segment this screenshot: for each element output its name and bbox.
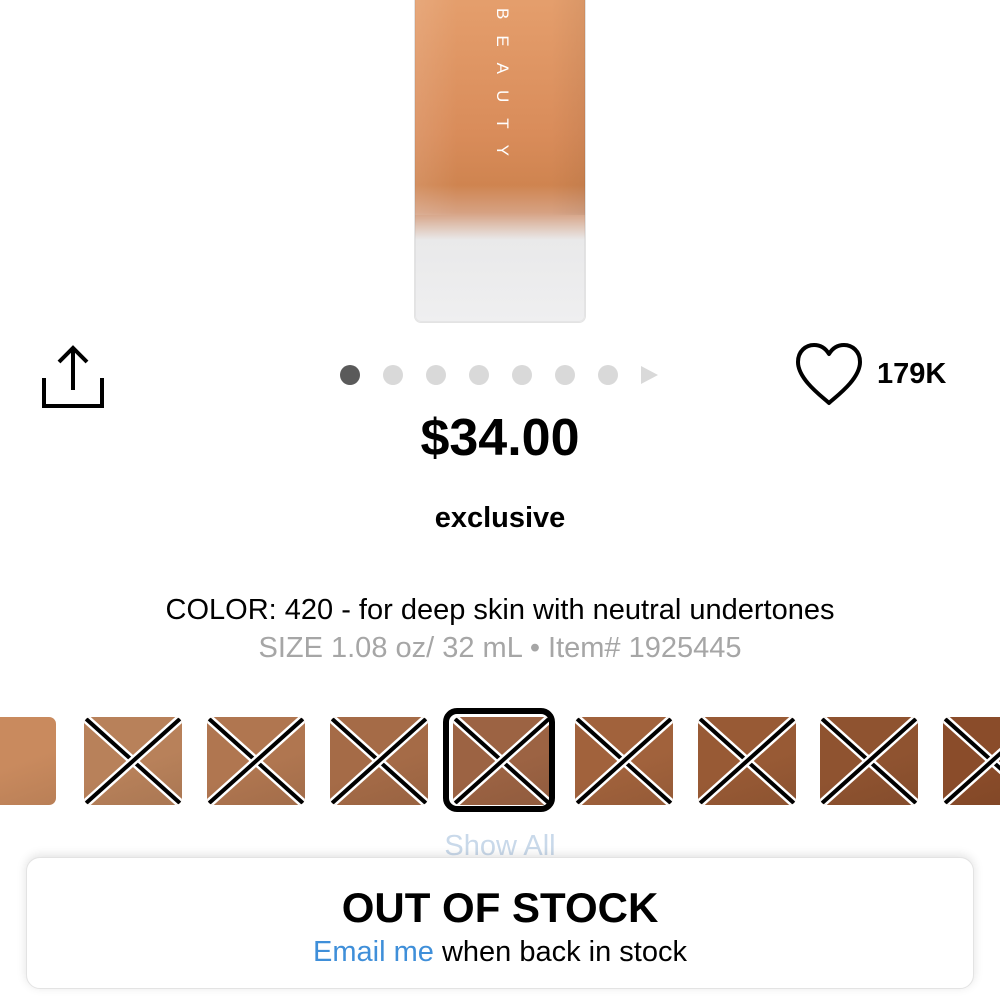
color-description: COLOR: 420 - for deep skin with neutral …	[165, 594, 835, 626]
product-brand-text: BEAUTY	[493, 8, 512, 173]
color-swatch[interactable]	[207, 717, 305, 805]
carousel-dot[interactable]	[469, 365, 489, 385]
color-swatch[interactable]	[698, 717, 796, 805]
unavailable-x-icon	[575, 717, 673, 805]
carousel-dot[interactable]	[512, 365, 532, 385]
carousel-dot[interactable]	[426, 365, 446, 385]
unavailable-x-icon	[207, 717, 305, 805]
unavailable-x-icon	[330, 717, 428, 805]
share-icon	[42, 345, 104, 408]
color-swatches	[0, 708, 1000, 812]
back-in-stock-text: when back in stock	[433, 936, 687, 968]
color-swatch[interactable]	[820, 717, 918, 805]
color-swatch[interactable]	[84, 717, 182, 805]
carousel-dots	[340, 365, 658, 385]
carousel-dot[interactable]	[340, 365, 360, 385]
color-swatch[interactable]	[330, 717, 428, 805]
unavailable-x-icon	[820, 717, 918, 805]
unavailable-x-icon	[943, 717, 1000, 805]
unavailable-x-icon	[84, 717, 182, 805]
color-swatch[interactable]	[0, 717, 56, 805]
color-swatch[interactable]	[453, 717, 551, 805]
size-item-info: SIZE 1.08 oz/ 32 mL • Item# 1925445	[258, 632, 742, 664]
heart-outline-icon	[796, 343, 862, 405]
love-button[interactable]	[794, 342, 864, 408]
carousel-next-icon[interactable]	[641, 366, 658, 384]
email-me-link[interactable]: Email me	[313, 936, 434, 968]
unavailable-x-icon	[698, 717, 796, 805]
share-button[interactable]	[40, 344, 106, 408]
color-swatch[interactable]	[575, 717, 673, 805]
product-price: $34.00	[420, 409, 580, 467]
carousel-dot[interactable]	[383, 365, 403, 385]
love-count: 179K	[877, 358, 947, 390]
out-of-stock-title: OUT OF STOCK	[341, 884, 659, 931]
color-swatch[interactable]	[943, 717, 1000, 805]
out-of-stock-card: OUT OF STOCK Email me when back in stock	[26, 857, 974, 989]
carousel-dot[interactable]	[555, 365, 575, 385]
unavailable-x-icon	[453, 717, 551, 805]
carousel-dot[interactable]	[598, 365, 618, 385]
exclusive-badge: exclusive	[434, 502, 566, 534]
back-in-stock-notice: Email me when back in stock	[27, 936, 973, 969]
